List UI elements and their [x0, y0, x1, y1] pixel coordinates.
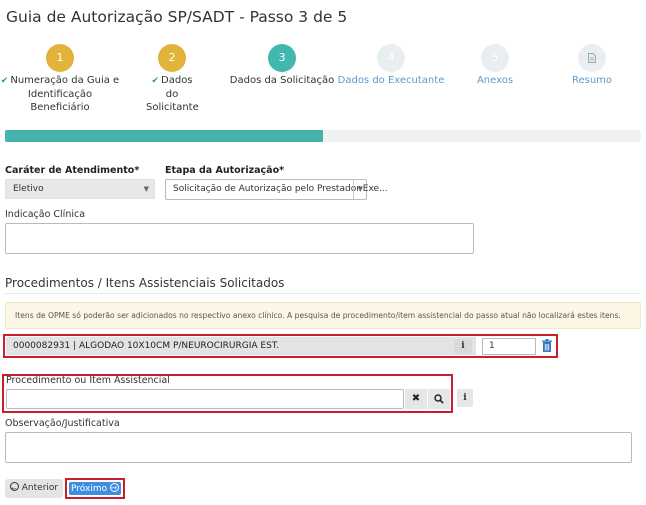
- chevron-down-icon: ▼: [143, 185, 149, 193]
- step-label: ✔ Numeração da Guia e Identificação Benef…: [0, 75, 120, 113]
- step-number-badge: 1: [46, 44, 74, 72]
- step-number-badge: 5: [481, 44, 509, 72]
- trash-icon[interactable]: [540, 338, 554, 354]
- carater-select[interactable]: Eletivo ▼: [5, 179, 155, 199]
- item-info-button[interactable]: i: [454, 339, 472, 354]
- select-divider: [353, 180, 354, 199]
- wizard-progress-bar: [5, 130, 641, 142]
- etapa-value: Solicitação de Autorização pelo Prestado…: [173, 184, 388, 194]
- procedure-search-label: Procedimento ou Item Assistencial: [6, 375, 170, 386]
- step-label: Dados do Executante: [337, 75, 445, 86]
- document-icon: [588, 53, 596, 63]
- wizard-step-4[interactable]: 4 Dados do Executante: [331, 44, 451, 87]
- step-number-badge: 3: [268, 44, 296, 72]
- procedure-search-input[interactable]: [6, 389, 404, 409]
- search-info-button[interactable]: i: [457, 389, 473, 407]
- previous-button[interactable]: ← Anterior: [5, 479, 63, 498]
- page-title: Guia de Autorização SP/SADT - Passo 3 de…: [6, 8, 348, 26]
- wizard-step-summary[interactable]: Resumo: [532, 44, 646, 87]
- step-label: ✔ Dados do Solicitante: [146, 75, 199, 113]
- step-number-badge: 4: [377, 44, 405, 72]
- check-icon: ✔: [0, 76, 9, 86]
- step-number-badge: 2: [158, 44, 186, 72]
- search-button[interactable]: [428, 389, 450, 409]
- wizard-step-1[interactable]: 1 ✔ Numeração da Guia e Identificação Ben…: [0, 44, 120, 114]
- step-summary-badge: [578, 44, 606, 72]
- wizard-step-2[interactable]: 2 ✔ Dados do Solicitante: [112, 44, 232, 114]
- arrow-left-circle-icon: ←: [9, 482, 19, 493]
- etapa-select[interactable]: Solicitação de Autorização pelo Prestado…: [165, 179, 388, 200]
- item-quantity-input[interactable]: 1: [482, 338, 536, 355]
- step-label: Dados da Solicitação: [229, 75, 335, 86]
- etapa-label: Etapa da Autorização*: [165, 165, 285, 176]
- procedures-section-title: Procedimentos / Itens Assistenciais Soli…: [5, 276, 285, 290]
- check-icon: ✔: [151, 76, 160, 86]
- arrow-right-circle-icon: →: [109, 483, 119, 492]
- next-button-highlight: Próximo →: [65, 478, 125, 499]
- procedure-item-text: 0000082931 | ALGODAO 10X10CM P/NEUROCIRU…: [13, 341, 280, 351]
- opme-warning-alert: Itens de OPME só poderão ser adicionados…: [5, 302, 641, 329]
- progress-fill: [5, 130, 323, 142]
- carater-label: Caráter de Atendimento*: [5, 165, 140, 176]
- section-divider: [5, 293, 641, 294]
- observacao-label: Observação/Justificativa: [5, 418, 120, 429]
- indicacao-textarea[interactable]: [5, 223, 474, 254]
- indicacao-label: Indicação Clínica: [5, 209, 86, 220]
- search-icon: [434, 394, 444, 404]
- chevron-down-icon: ▼: [357, 185, 363, 193]
- carater-value: Eletivo: [13, 184, 44, 194]
- close-icon: ✖: [411, 393, 421, 404]
- next-button[interactable]: Próximo →: [69, 482, 121, 495]
- step-label: Resumo: [571, 75, 613, 86]
- clear-search-button[interactable]: ✖: [405, 389, 427, 409]
- wizard-step-3[interactable]: 3 Dados da Solicitação: [222, 44, 342, 87]
- observacao-textarea[interactable]: [5, 432, 632, 463]
